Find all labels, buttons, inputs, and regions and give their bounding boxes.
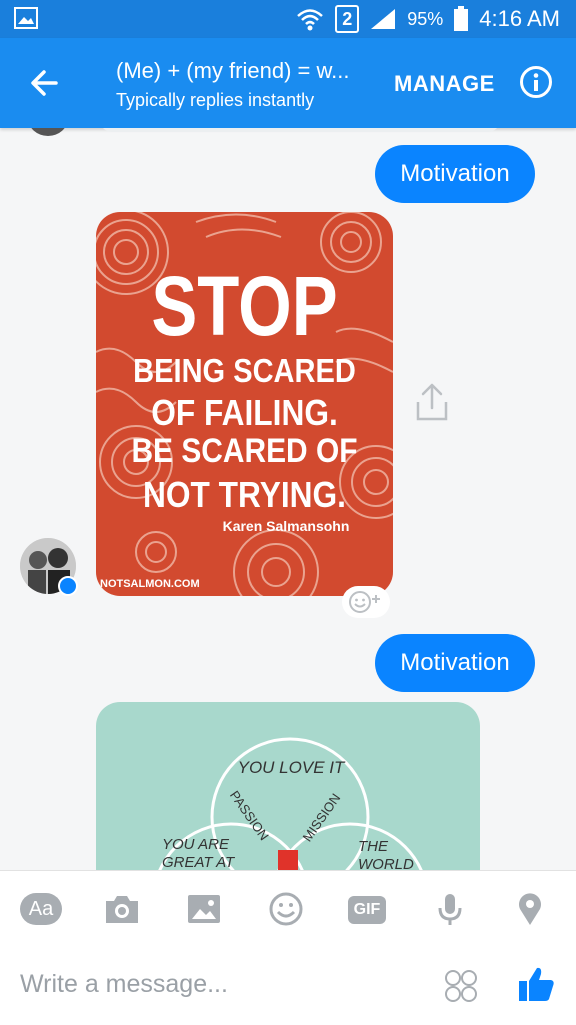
- conversation-header: (Me) + (my friend) = w... Typically repl…: [0, 38, 576, 128]
- sent-message-bubble[interactable]: Motivation: [375, 145, 535, 203]
- quote-line-5: NOT TRYING.: [142, 474, 346, 515]
- quote-line-3: OF FAILING.: [151, 392, 338, 433]
- camera-icon[interactable]: [102, 891, 142, 927]
- quote-line-2: BEING SCARED: [133, 352, 356, 389]
- status-bar: 2 95% 4:16 AM: [0, 0, 576, 38]
- text-format-button[interactable]: Aa: [20, 893, 62, 925]
- info-icon[interactable]: [519, 65, 553, 99]
- gif-button[interactable]: GIF: [348, 896, 386, 924]
- microphone-icon[interactable]: [430, 891, 470, 927]
- wifi-icon: [297, 9, 324, 31]
- venn-top-label: YOU LOVE IT: [237, 758, 345, 777]
- sent-message-bubble[interactable]: Motivation: [375, 634, 535, 692]
- venn-right-label: THE WORLD NEEDS IT: [358, 838, 414, 870]
- gallery-notification-icon: [14, 7, 38, 29]
- avatar-partial: [28, 128, 68, 136]
- stickers-icon[interactable]: [443, 968, 479, 1004]
- quote-text: STOP BEING SCARED OF FAILING. BE SCARED …: [96, 212, 393, 596]
- signal-icon: [371, 9, 396, 29]
- like-thumb-icon[interactable]: [517, 964, 557, 1004]
- message-input[interactable]: Write a message...: [20, 970, 228, 999]
- quote-line-1: STOP: [151, 259, 338, 353]
- messenger-badge-icon: [58, 576, 78, 596]
- clock: 4:16 AM: [479, 6, 560, 31]
- previous-message-bubble: [100, 128, 500, 132]
- shared-image-quote[interactable]: STOP BEING SCARED OF FAILING. BE SCARED …: [96, 212, 393, 596]
- shared-image-venn[interactable]: YOU LOVE IT YOU ARE GREAT AT IT THE WORL…: [96, 702, 480, 870]
- quote-author: Karen Salmansohn: [222, 518, 350, 534]
- quote-line-4: BE SCARED OF: [131, 432, 358, 470]
- battery-percent: 95%: [407, 8, 444, 29]
- conversation-title[interactable]: (Me) + (my friend) = w...: [116, 58, 350, 84]
- share-icon[interactable]: [415, 382, 449, 422]
- venn-left-label: YOU ARE GREAT AT IT: [162, 836, 235, 870]
- location-icon[interactable]: [510, 891, 550, 927]
- reply-status: Typically replies instantly: [116, 90, 315, 110]
- battery-icon: [454, 6, 469, 31]
- sim-badge: 2: [335, 5, 360, 33]
- add-reaction-button[interactable]: [342, 586, 390, 618]
- manage-button[interactable]: MANAGE: [394, 71, 495, 97]
- gallery-icon[interactable]: [184, 891, 224, 927]
- back-arrow-icon[interactable]: [26, 64, 64, 102]
- message-list[interactable]: Motivation STOP BEING SCARED OF FAILING.…: [0, 128, 576, 870]
- composer: Aa GIF: [0, 870, 576, 1025]
- emoji-icon[interactable]: [266, 891, 306, 927]
- smiley-plus-icon: [349, 591, 380, 613]
- quote-site: NOTSALMON.COM: [100, 578, 200, 590]
